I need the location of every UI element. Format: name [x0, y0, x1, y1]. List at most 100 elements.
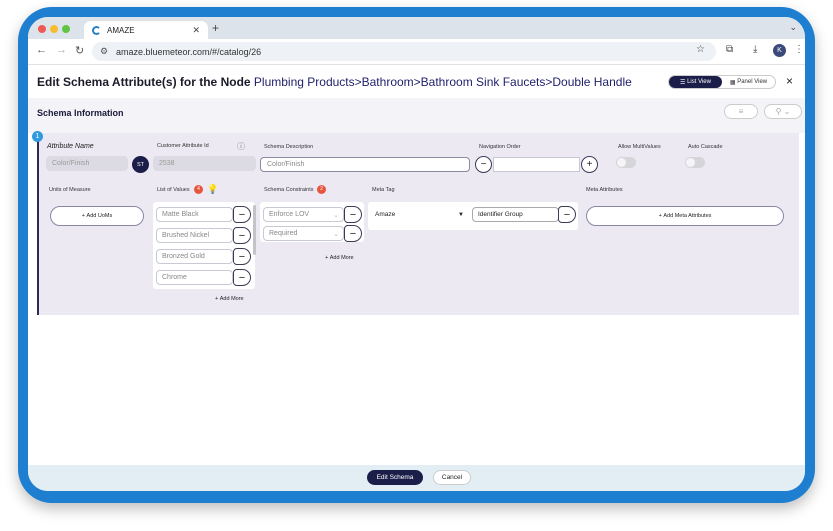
- constraint-select[interactable]: Required ⌄: [263, 226, 344, 241]
- browser-titlebar: AMAZE ✕ + ⌄: [28, 17, 805, 39]
- list-value-item[interactable]: Chrome: [156, 270, 233, 285]
- close-window-dot[interactable]: [38, 25, 46, 33]
- tab-close-icon[interactable]: ✕: [192, 25, 200, 36]
- cancel-button[interactable]: Cancel: [433, 470, 471, 485]
- tab-list-chevron-icon[interactable]: ⌄: [789, 22, 797, 33]
- browser-tab[interactable]: AMAZE ✕: [84, 21, 208, 39]
- list-value-text: Chrome: [162, 274, 187, 281]
- dropdown-arrow-icon: ▼: [458, 211, 464, 218]
- browser-toolbar: ← → ↻ ⚙ amaze.bluemeteor.com/#/catalog/2…: [28, 39, 805, 65]
- panel-view-label: Panel View: [737, 79, 768, 85]
- remove-value-button[interactable]: −: [233, 269, 251, 286]
- extension-icon[interactable]: ⧉: [726, 44, 733, 55]
- tab-title: AMAZE: [107, 25, 135, 35]
- list-icon: ☰: [680, 79, 688, 86]
- footer-bar: Edit Schema Cancel: [28, 465, 805, 491]
- allow-multi-values-label: Allow MultiValues: [618, 144, 661, 150]
- meta-tag-select-value: Amaze: [375, 211, 396, 218]
- add-more-constraints-label: Add More: [329, 255, 354, 261]
- add-uoms-label: Add UoMs: [86, 213, 113, 219]
- constraint-select[interactable]: Enforce LOV ⌄: [263, 207, 344, 222]
- new-tab-button[interactable]: +: [212, 21, 219, 35]
- auto-cascade-label: Auto Cascade: [688, 144, 723, 150]
- add-meta-attributes-button[interactable]: + Add Meta Attributes: [586, 206, 784, 226]
- remove-constraint-button[interactable]: −: [344, 225, 362, 242]
- tune-icon[interactable]: ⚙: [100, 46, 108, 57]
- menu-icon[interactable]: ⋮: [794, 44, 804, 55]
- navigation-order-label: Navigation Order: [479, 144, 521, 150]
- profile-avatar[interactable]: K: [773, 44, 786, 57]
- maximize-window-dot[interactable]: [62, 25, 70, 33]
- list-of-values-count-badge: 4: [194, 185, 203, 194]
- list-value-item[interactable]: Brushed Nickel: [156, 228, 233, 243]
- filter-button[interactable]: ≡: [724, 104, 758, 119]
- forward-icon[interactable]: →: [56, 44, 67, 56]
- schema-information-header: Schema Information ≡ ⚲ ⌄: [28, 98, 805, 133]
- list-value-text: Brushed Nickel: [162, 232, 210, 239]
- schema-description-input[interactable]: Color/Finish: [260, 157, 470, 172]
- list-value-text: Bronzed Gold: [162, 253, 205, 260]
- constraint-text: Enforce LOV: [269, 211, 310, 218]
- info-icon[interactable]: ⓘ: [237, 141, 245, 152]
- decrement-button[interactable]: −: [475, 156, 492, 173]
- increment-button[interactable]: +: [581, 156, 598, 173]
- schema-constraints-count-badge: 2: [317, 185, 326, 194]
- step-badge: 1: [32, 131, 43, 142]
- list-of-values-label: List of Values: [157, 187, 190, 193]
- page-title: Edit Schema Attribute(s) for the Node Pl…: [37, 75, 632, 89]
- chevron-down-icon: ⌄: [333, 211, 339, 219]
- minus-icon: −: [480, 159, 487, 170]
- pin-icon: ⚲ ⌄: [775, 107, 791, 116]
- list-view-button[interactable]: ☰ List View: [669, 76, 722, 88]
- meta-tag-select[interactable]: Amaze ▼: [370, 207, 470, 222]
- customer-attribute-id-value: 2538: [159, 160, 175, 167]
- back-icon[interactable]: ←: [36, 44, 47, 56]
- grid-icon: ▦: [729, 79, 738, 86]
- remove-value-button[interactable]: −: [233, 206, 251, 223]
- schema-constraints-label: Schema Constraints: [264, 187, 314, 193]
- pin-button[interactable]: ⚲ ⌄: [764, 104, 802, 119]
- values-scrollbar[interactable]: [253, 205, 256, 255]
- customer-attribute-id-label: Customer Attribute Id: [157, 143, 209, 149]
- navigation-order-input[interactable]: [493, 157, 580, 172]
- remove-value-button[interactable]: −: [233, 248, 251, 265]
- list-value-text: Matte Black: [162, 211, 199, 218]
- minimize-window-dot[interactable]: [50, 25, 58, 33]
- meta-tag-value-text: Identifier Group: [478, 211, 523, 218]
- schema-description-label: Schema Description: [264, 144, 314, 150]
- page-title-prefix: Edit Schema Attribute(s) for the Node: [37, 75, 254, 89]
- add-uoms-button[interactable]: + Add UoMs: [50, 206, 144, 226]
- close-icon[interactable]: ×: [786, 74, 793, 88]
- units-of-measure-label: Units of Measure: [49, 187, 91, 193]
- section-title: Schema Information: [37, 108, 124, 118]
- list-value-item[interactable]: Bronzed Gold: [156, 249, 233, 264]
- add-more-values-label: Add More: [219, 296, 244, 302]
- edit-schema-button[interactable]: Edit Schema: [367, 470, 423, 485]
- attribute-name-field[interactable]: Color/Finish: [46, 156, 128, 171]
- add-more-values-link[interactable]: + Add More: [215, 296, 244, 302]
- allow-multi-values-toggle[interactable]: [616, 157, 636, 168]
- panel-view-button[interactable]: ▦ Panel View: [722, 76, 775, 88]
- download-icon[interactable]: ⤓: [753, 44, 757, 55]
- reload-icon[interactable]: ↻: [75, 44, 84, 57]
- lightbulb-icon[interactable]: 💡: [207, 184, 218, 195]
- remove-meta-tag-button[interactable]: −: [558, 206, 576, 223]
- auto-cascade-toggle[interactable]: [685, 157, 705, 168]
- st-badge[interactable]: ST: [132, 156, 149, 173]
- add-more-constraints-link[interactable]: + Add More: [325, 255, 354, 261]
- attribute-name-value: Color/Finish: [52, 160, 90, 167]
- list-value-item[interactable]: Matte Black: [156, 207, 233, 222]
- constraint-text: Required: [269, 230, 298, 237]
- meta-attributes-label: Meta Attributes: [586, 187, 623, 193]
- chevron-down-icon: ⌄: [333, 230, 339, 238]
- meta-tag-value-field[interactable]: Identifier Group: [472, 207, 559, 222]
- list-view-label: List View: [687, 79, 711, 85]
- star-icon[interactable]: ☆: [696, 44, 705, 55]
- filter-icon: ≡: [738, 107, 744, 116]
- remove-value-button[interactable]: −: [233, 227, 251, 244]
- node-path: Plumbing Products>Bathroom>Bathroom Sink…: [253, 75, 632, 89]
- address-bar[interactable]: ⚙ amaze.bluemeteor.com/#/catalog/26: [92, 42, 716, 61]
- attribute-name-label: Attribute Name: [47, 143, 94, 150]
- remove-constraint-button[interactable]: −: [344, 206, 362, 223]
- add-meta-attributes-label: Add Meta Attributes: [663, 213, 712, 219]
